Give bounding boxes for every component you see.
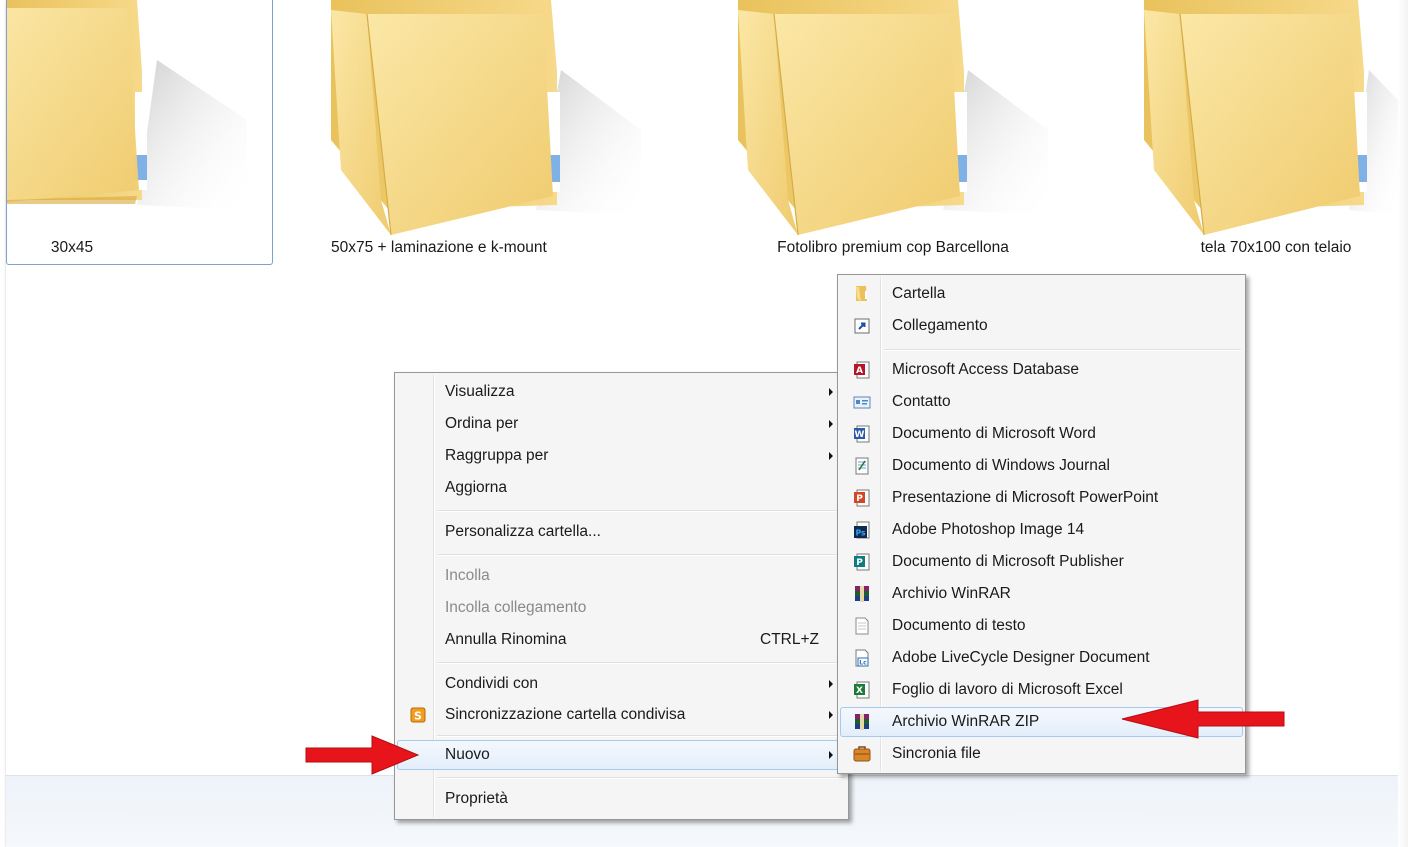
menu-item-sincronizzazione-cartella[interactable]: S Sincronizzazione cartella condivisa [397, 700, 846, 730]
menu-item-aggiorna[interactable]: Aggiorna [397, 473, 846, 503]
submenu-arrow-icon [829, 452, 833, 460]
submenu-item-publisher[interactable]: P Documento di Microsoft Publisher [840, 547, 1243, 577]
menu-separator [437, 735, 844, 737]
context-menu: Visualizza Ordina per Raggruppa per Aggi… [394, 372, 849, 820]
submenu-item-word-document[interactable]: W Documento di Microsoft Word [840, 419, 1243, 449]
contact-icon [853, 396, 871, 409]
svg-text:P: P [856, 494, 863, 504]
journal-icon [855, 457, 869, 475]
livecycle-icon: Lc [855, 649, 869, 667]
menu-separator [437, 662, 844, 664]
photoshop-icon: Ps [854, 521, 870, 539]
window-frame [1398, 0, 1408, 847]
menu-item-incolla: Incolla [445, 567, 490, 584]
menu-item-condividi-con[interactable]: Condividi con [397, 669, 846, 699]
svg-text:Ps: Ps [856, 529, 866, 538]
menu-item-annulla-rinomina[interactable]: Annulla Rinomina CTRL+Z [397, 625, 846, 655]
menu-separator [437, 554, 844, 556]
svg-text:X: X [856, 686, 863, 696]
winrar-zip-icon [855, 714, 869, 730]
svg-text:Lc: Lc [859, 660, 867, 667]
folder-label: 30x45 [50, 239, 94, 256]
submenu-item-collegamento[interactable]: Collegamento [840, 311, 1243, 341]
winrar-icon [855, 586, 869, 602]
menu-separator [437, 510, 844, 512]
submenu-item-winrar[interactable]: Archivio WinRAR [840, 579, 1243, 609]
submenu-arrow-icon [829, 420, 833, 428]
folder-icon [1144, 0, 1398, 236]
folder-label: Fotolibro premium cop Barcellona [777, 239, 1009, 256]
submenu-item-contatto[interactable]: Contatto [840, 387, 1243, 417]
annotation-arrow-right-icon [305, 735, 420, 775]
submenu-item-livecycle[interactable]: Lc Adobe LiveCycle Designer Document [840, 643, 1243, 673]
folder-icon [331, 0, 641, 236]
word-icon: W [854, 425, 870, 443]
svg-text:W: W [855, 430, 865, 440]
submenu-arrow-icon [829, 680, 833, 688]
briefcase-icon [853, 746, 871, 762]
powerpoint-icon: P [854, 489, 870, 507]
submenu-item-windows-journal[interactable]: Documento di Windows Journal [840, 451, 1243, 481]
menu-item-nuovo[interactable]: Nuovo [397, 740, 846, 770]
submenu-arrow-icon [829, 751, 833, 759]
folder-icon [7, 0, 247, 210]
text-document-icon [855, 617, 869, 635]
submenu-item-powerpoint[interactable]: P Presentazione di Microsoft PowerPoint [840, 483, 1243, 513]
menu-item-incolla-collegamento: Incolla collegamento [445, 599, 587, 616]
folder-label: 50x75 + laminazione e k-mount [331, 239, 547, 256]
folder-label: tela 70x100 con telaio [1200, 239, 1352, 256]
publisher-icon: P [854, 553, 870, 571]
excel-icon: X [854, 681, 870, 699]
submenu-arrow-icon [829, 388, 833, 396]
menu-separator [884, 349, 1241, 351]
folder-item[interactable]: 30x45 [6, 0, 273, 265]
svg-text:A: A [856, 366, 863, 376]
submenu-arrow-icon [829, 711, 833, 719]
menu-item-visualizza[interactable]: Visualizza [397, 377, 846, 407]
folder-icon [738, 0, 1048, 236]
svg-text:S: S [414, 710, 422, 723]
folder-item[interactable]: 50x75 + laminazione e k-mount [321, 0, 651, 264]
menu-item-raggruppa-per[interactable]: Raggruppa per [397, 441, 846, 471]
folder-icon [856, 286, 867, 302]
folder-item[interactable]: tela 70x100 con telaio [1134, 0, 1398, 264]
submenu-item-documento-di-testo[interactable]: Documento di testo [840, 611, 1243, 641]
access-icon: A [854, 361, 870, 379]
submenu-item-access-database[interactable]: A Microsoft Access Database [840, 355, 1243, 385]
svg-text:P: P [856, 558, 863, 568]
submenu-item-sincronia-file[interactable]: Sincronia file [840, 739, 1243, 769]
shortcut-icon [854, 318, 870, 334]
submenu-item-cartella[interactable]: Cartella [840, 279, 1243, 309]
menu-item-personalizza-cartella[interactable]: Personalizza cartella... [397, 517, 846, 547]
menu-item-ordina-per[interactable]: Ordina per [397, 409, 846, 439]
folder-item[interactable]: Fotolibro premium cop Barcellona [728, 0, 1058, 264]
menu-item-proprieta[interactable]: Proprietà [397, 784, 846, 814]
annotation-arrow-left-icon [1121, 699, 1285, 739]
menu-separator [437, 777, 844, 779]
shortcut-label: CTRL+Z [760, 631, 819, 648]
submenu-item-photoshop[interactable]: Ps Adobe Photoshop Image 14 [840, 515, 1243, 545]
sharepoint-sync-icon: S [410, 707, 426, 723]
